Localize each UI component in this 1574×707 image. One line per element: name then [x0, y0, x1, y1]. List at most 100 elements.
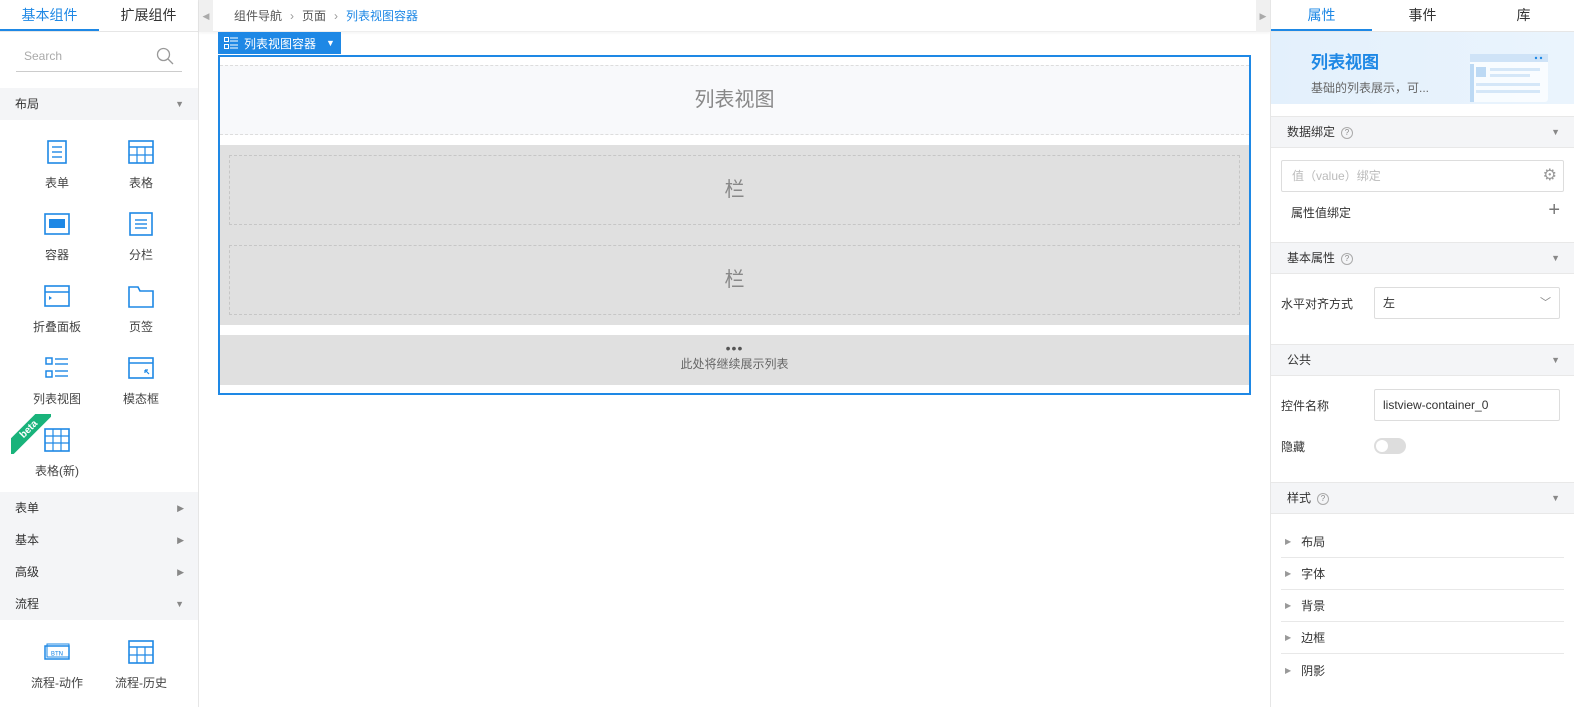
- value-binding-field: ⚙: [1281, 160, 1564, 192]
- caret-right-icon: ▶: [1285, 665, 1292, 675]
- collapse-left-icon[interactable]: ◀: [199, 0, 213, 32]
- component-columns[interactable]: 分栏: [99, 200, 183, 272]
- column-slot[interactable]: 栏: [229, 155, 1240, 225]
- chevron-right-icon: ›: [290, 8, 295, 23]
- component-form[interactable]: 表单: [15, 128, 99, 200]
- beta-label: beta: [11, 414, 51, 454]
- tab-properties[interactable]: 属性: [1271, 0, 1372, 31]
- help-icon[interactable]: ?: [1341, 252, 1354, 265]
- caret-right-icon: ▶: [1285, 633, 1292, 642]
- control-name-label: 控件名称: [1281, 398, 1330, 413]
- list-view-illustration: [1470, 54, 1548, 102]
- breadcrumb-item[interactable]: 组件导航: [234, 7, 282, 24]
- component-label: 分栏: [128, 248, 153, 262]
- component-modal[interactable]: 模态框: [99, 344, 183, 416]
- hide-toggle[interactable]: [1374, 438, 1406, 454]
- caret-down-icon[interactable]: ▼: [326, 38, 335, 48]
- component-tabs: 基本组件 扩展组件: [0, 0, 198, 32]
- tag-label: 列表视图容器: [244, 36, 317, 51]
- style-group-font[interactable]: ▶ 字体: [1281, 558, 1564, 590]
- component-label: 折叠面板: [32, 320, 81, 334]
- caret-right-icon: ▶: [177, 503, 184, 513]
- align-row: 水平对齐方式 左 ﹀: [1271, 280, 1574, 326]
- control-name-input[interactable]: listview-container_0: [1374, 389, 1560, 421]
- component-table-new[interactable]: beta 表格(新): [11, 414, 99, 488]
- breadcrumb-item[interactable]: 页面: [302, 7, 326, 24]
- component-flow-action[interactable]: BTN 流程-动作: [15, 628, 99, 700]
- control-name-row: 控件名称 listview-container_0: [1271, 382, 1574, 428]
- value-binding-input[interactable]: [1282, 161, 1522, 191]
- selected-component-tag[interactable]: 列表视图容器 ▼: [218, 32, 341, 54]
- collapse-right-icon[interactable]: ▶: [1256, 0, 1270, 32]
- gear-icon[interactable]: ⚙: [1543, 168, 1557, 184]
- help-icon[interactable]: ?: [1341, 126, 1354, 139]
- chevron-right-icon: ›: [334, 8, 339, 23]
- style-group-shadow[interactable]: ▶ 阴影: [1281, 654, 1564, 686]
- search-input[interactable]: [16, 42, 146, 70]
- style-group-background[interactable]: ▶ 背景: [1281, 590, 1564, 622]
- align-label: 水平对齐方式: [1281, 296, 1354, 311]
- caret-down-icon: ▼: [1551, 127, 1560, 137]
- category-label: 高级: [15, 565, 40, 579]
- add-icon[interactable]: +: [1548, 200, 1560, 220]
- style-group-border[interactable]: ▶ 边框: [1281, 622, 1564, 654]
- hide-row: 隐藏: [1271, 428, 1574, 464]
- property-binding-row: 属性值绑定 +: [1271, 192, 1574, 232]
- component-banner: 列表视图 基础的列表展示，可...: [1271, 32, 1574, 104]
- list-view-header[interactable]: 列表视图: [220, 65, 1249, 135]
- component-flow-history[interactable]: 流程-历史: [99, 628, 183, 700]
- tab-basic-components[interactable]: 基本组件: [0, 0, 99, 31]
- category-advanced[interactable]: 高级 ▶: [0, 556, 198, 588]
- category-layout[interactable]: 布局 ▼: [0, 88, 198, 120]
- column-slot[interactable]: 栏: [229, 245, 1240, 315]
- component-search: [16, 42, 182, 72]
- align-value: 左: [1383, 296, 1396, 310]
- category-label: 基本: [15, 533, 40, 547]
- search-icon[interactable]: [156, 47, 174, 65]
- caret-right-icon: ▶: [177, 535, 184, 545]
- hide-label: 隐藏: [1281, 439, 1306, 454]
- property-panel: 属性 事件 库 列表视图 基础的列表展示，可... 数据绑定? ▼ ⚙ 属性值绑…: [1270, 0, 1574, 707]
- tab-library[interactable]: 库: [1473, 0, 1574, 31]
- ellipsis-icon: •••: [725, 340, 744, 356]
- tab-page-icon: [128, 286, 154, 308]
- help-icon[interactable]: ?: [1317, 492, 1330, 505]
- style-group-label: 背景: [1301, 599, 1326, 613]
- list-view-container[interactable]: 列表视图 栏 栏 ••• 此处将继续展示列表: [218, 55, 1251, 395]
- section-data-binding[interactable]: 数据绑定? ▼: [1271, 116, 1574, 148]
- component-container[interactable]: 容器: [15, 200, 99, 272]
- section-title: 公共: [1287, 353, 1312, 367]
- svg-text:BTN: BTN: [51, 651, 63, 658]
- style-group-label: 阴影: [1301, 663, 1326, 678]
- style-group-layout[interactable]: ▶ 布局: [1281, 526, 1564, 558]
- form-icon: [47, 140, 67, 164]
- category-label: 表单: [15, 501, 40, 515]
- component-list-view[interactable]: 列表视图: [15, 344, 99, 416]
- component-collapse-panel[interactable]: 折叠面板: [15, 272, 99, 344]
- tab-extended-components[interactable]: 扩展组件: [99, 0, 198, 31]
- component-label: 表单: [44, 176, 69, 190]
- property-binding-label: 属性值绑定: [1291, 205, 1352, 220]
- section-common[interactable]: 公共 ▼: [1271, 344, 1574, 376]
- caret-down-icon: ▼: [175, 99, 184, 109]
- caret-right-icon: ▶: [1285, 569, 1292, 578]
- list-view-icon: [224, 37, 238, 49]
- tab-events[interactable]: 事件: [1372, 0, 1473, 31]
- category-label: 布局: [15, 97, 40, 111]
- breadcrumb-current[interactable]: 列表视图容器: [346, 7, 418, 24]
- columns-icon: [129, 212, 153, 236]
- layout-component-grid: 表单 表格 容器 分栏 折叠面板 页签 列表视图 模态框 beta 表格(新): [0, 120, 198, 492]
- component-panel: 基本组件 扩展组件 布局 ▼ 表单 表格 容器 分栏 折叠面板: [0, 0, 199, 707]
- category-flow[interactable]: 流程 ▼: [0, 588, 198, 620]
- align-select[interactable]: 左 ﹀: [1374, 287, 1560, 319]
- section-basic-properties[interactable]: 基本属性? ▼: [1271, 242, 1574, 274]
- category-basic[interactable]: 基本 ▶: [0, 524, 198, 556]
- component-table[interactable]: 表格: [99, 128, 183, 200]
- component-label: 列表视图: [32, 392, 81, 406]
- component-tabs[interactable]: 页签: [99, 272, 183, 344]
- chevron-down-icon: ﹀: [1540, 297, 1551, 309]
- category-form[interactable]: 表单 ▶: [0, 492, 198, 524]
- caret-down-icon: ▼: [1551, 355, 1560, 365]
- section-style[interactable]: 样式? ▼: [1271, 482, 1574, 514]
- caret-down-icon: ▼: [1551, 253, 1560, 263]
